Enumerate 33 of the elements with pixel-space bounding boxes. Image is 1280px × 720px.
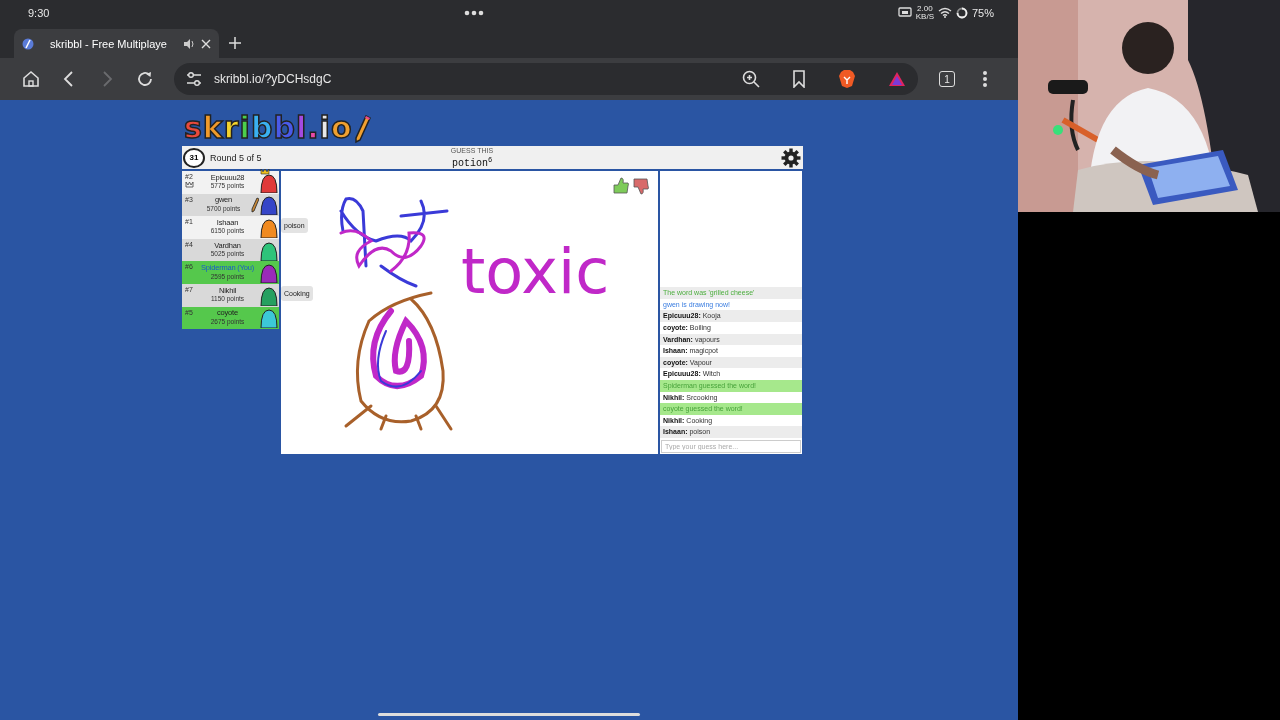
site-settings-icon[interactable] [186,71,202,87]
thumbs-down-icon[interactable] [632,177,650,195]
tab-count[interactable]: 1 [939,71,955,87]
reload-icon[interactable] [136,70,154,88]
settings-icon[interactable] [781,147,801,168]
secret-word: potion$^{6}$ [451,155,493,170]
more-dots-icon [463,9,484,16]
timer-clock: 31 [183,147,205,168]
battery-icon [955,6,968,19]
browser-tab[interactable]: skribbl - Free Multiplaye [14,29,219,58]
address-bar[interactable]: skribbl.io/?yDCHsdgC [174,63,918,95]
round-counter: Round 5 of 5 [210,152,262,163]
clock-time: 9:30 [28,6,50,19]
tab-title: skribbl - Free Multiplaye [49,37,168,50]
battery-level: 75% [971,6,994,19]
menu-icon[interactable] [982,70,988,88]
scribble-text: toxic [461,235,610,308]
speaker-icon[interactable] [183,37,195,50]
close-icon[interactable] [201,38,211,49]
crown-icon [260,168,270,175]
home-icon[interactable] [22,70,40,88]
triangle-icon[interactable] [888,71,906,87]
zoom-icon[interactable] [742,70,760,88]
network-speed: 2.00 [917,4,933,13]
logo: skribbl.io [184,110,1018,144]
back-icon[interactable] [63,70,75,88]
network-speed-unit: KB/S [915,12,934,21]
wifi-icon [937,7,952,18]
new-tab-icon[interactable] [229,37,241,49]
url-text: skribbl.io/?yDCHsdgC [214,72,332,86]
thumbs-up-icon[interactable] [612,177,630,195]
bookmark-icon[interactable] [792,70,806,88]
cast-icon [897,7,912,18]
